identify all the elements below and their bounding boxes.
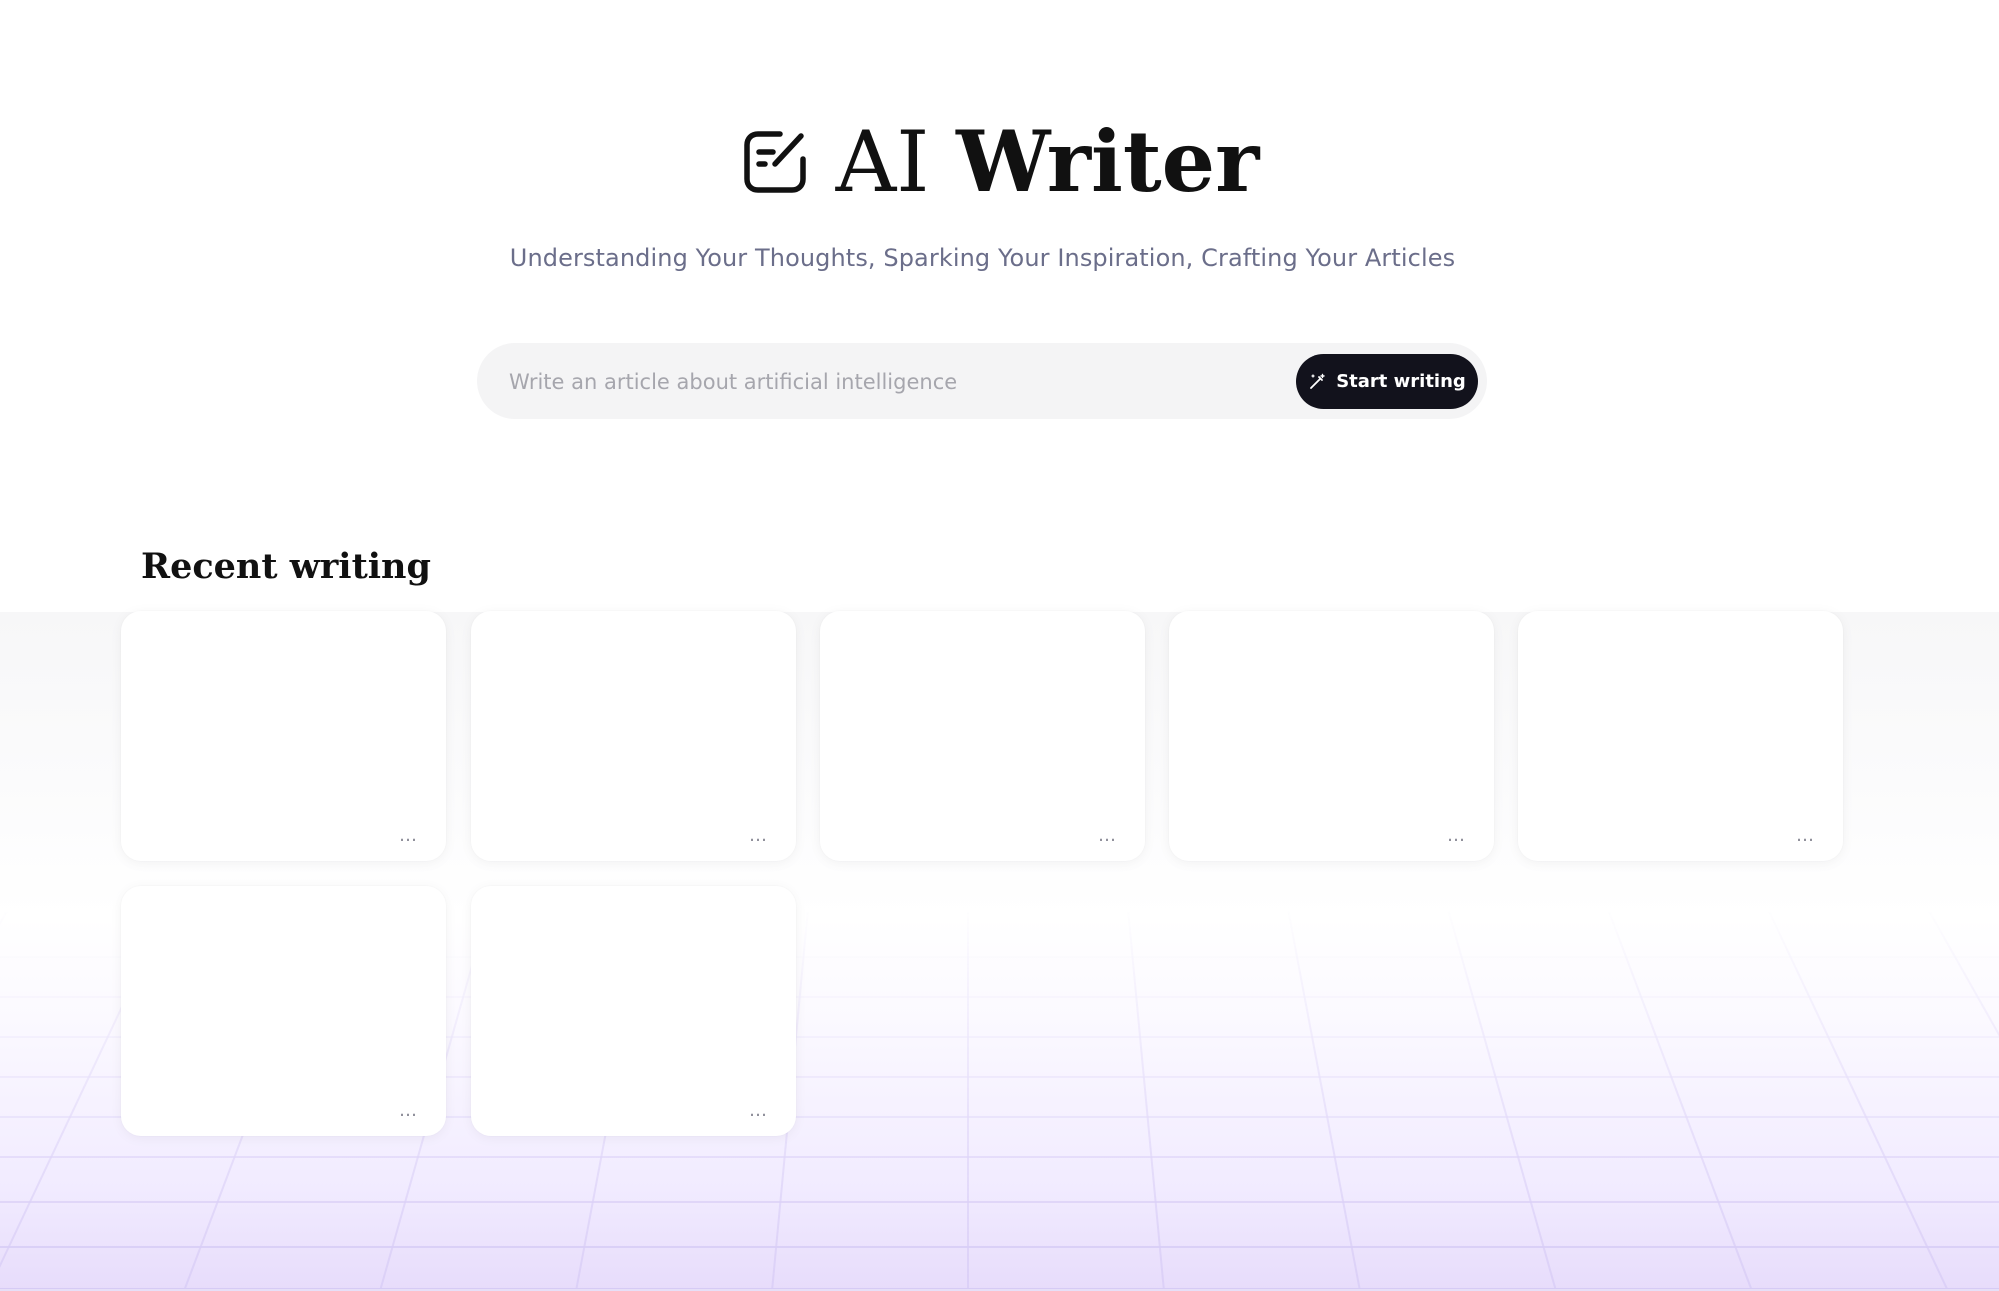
recent-writing-heading: Recent writing: [141, 546, 431, 587]
more-options-icon[interactable]: …: [1093, 827, 1121, 845]
tagline: Understanding Your Thoughts, Sparking Yo…: [509, 244, 1456, 272]
app-title-writer: Writer: [956, 112, 1260, 211]
more-options-icon[interactable]: …: [394, 827, 422, 845]
recent-card[interactable]: …: [1169, 611, 1494, 861]
recent-card[interactable]: …: [1518, 611, 1843, 861]
hero-title: AI Writer: [0, 112, 1999, 212]
app-title-ai: AI: [835, 113, 930, 211]
more-options-icon[interactable]: …: [1442, 827, 1470, 845]
recent-card[interactable]: …: [121, 886, 446, 1136]
more-options-icon[interactable]: …: [1791, 827, 1819, 845]
recent-card[interactable]: …: [820, 611, 1145, 861]
app-title: AI Writer: [836, 112, 1260, 212]
recent-card[interactable]: …: [471, 886, 796, 1136]
start-writing-button[interactable]: Start writing: [1296, 354, 1478, 409]
prompt-bar: Start writing: [477, 343, 1487, 421]
edit-note-icon: [743, 131, 806, 193]
start-writing-label: Start writing: [1336, 371, 1466, 392]
more-options-icon[interactable]: …: [744, 1102, 772, 1120]
recent-card[interactable]: …: [471, 611, 796, 861]
magic-wand-icon: [1310, 373, 1325, 389]
more-options-icon[interactable]: …: [394, 1102, 422, 1120]
recent-card[interactable]: …: [121, 611, 446, 861]
page: AI Writer Understanding Your Thoughts, S…: [0, 0, 1999, 1291]
prompt-input[interactable]: [507, 343, 1271, 421]
more-options-icon[interactable]: …: [744, 827, 772, 845]
